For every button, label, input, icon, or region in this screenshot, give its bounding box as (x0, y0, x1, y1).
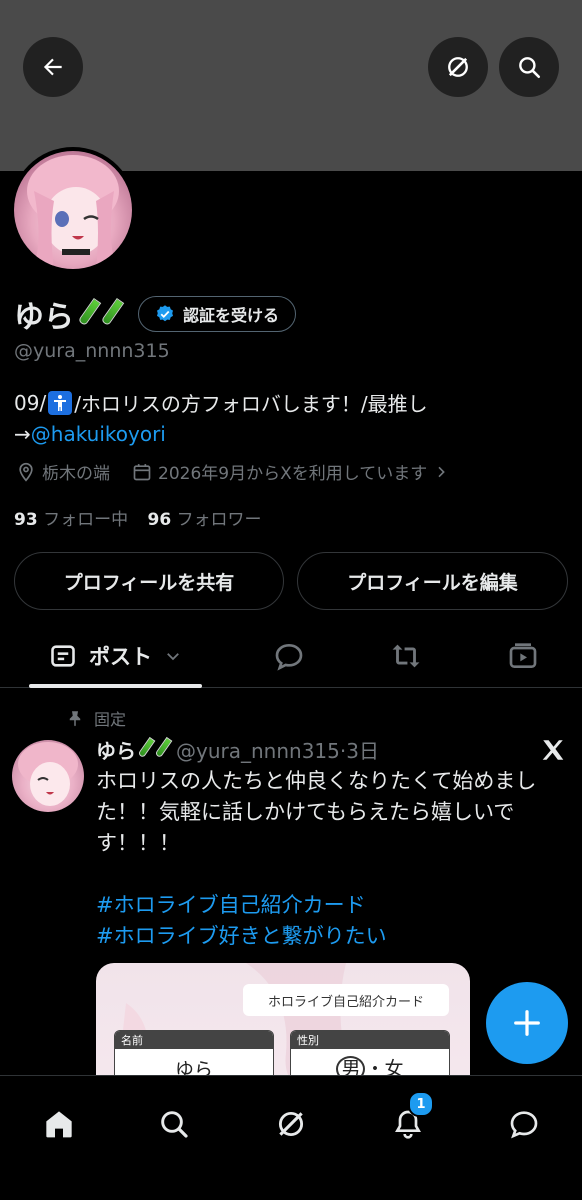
calendar-icon (133, 463, 151, 480)
test-tube-icon (137, 736, 173, 763)
accessibility-icon (48, 390, 73, 415)
following-link[interactable]: 93 フォロー中 (14, 510, 128, 530)
search-icon (519, 57, 541, 79)
profile-avatar[interactable] (10, 147, 136, 273)
profile-handle: @yura_nnnn315 (14, 340, 170, 362)
x-logo-icon (540, 737, 566, 767)
bio-prefix: 09/ (14, 390, 47, 415)
posts-icon (51, 645, 75, 667)
get-verified-label: 認証を受ける (183, 306, 280, 325)
nav-messages[interactable] (494, 1094, 554, 1154)
tweet-handle-time: @yura_nnnn315·3日 (176, 739, 379, 763)
card-title: ホロライブ自己紹介カード (243, 984, 449, 1016)
tab-media[interactable] (493, 625, 553, 687)
profile-tabs: ポスト (0, 625, 582, 688)
active-tab-indicator (29, 684, 202, 688)
messages-icon (510, 1111, 538, 1139)
bio-text: /ホロリスの方フォロバします！/最推し (74, 392, 428, 416)
grok-icon (278, 1111, 304, 1137)
bio-line-2: →@hakuikoyori (14, 422, 166, 446)
nav-search[interactable] (144, 1094, 204, 1154)
tweet-avatar-illustration (18, 742, 78, 806)
profile-name-row: ゆら 認証を受ける (14, 292, 297, 336)
hashtag-link[interactable]: #ホロライブ好きと繋がりたい (96, 921, 566, 952)
tweet-author-name[interactable]: ゆら (96, 735, 136, 764)
tweet-media-image[interactable]: ホロライブ自己紹介カード 名前 ゆら 性別 男・女 (96, 963, 470, 1093)
nav-notifications[interactable]: 1 (378, 1091, 438, 1154)
tab-reposts[interactable] (376, 625, 436, 687)
get-verified-button[interactable]: 認証を受ける (138, 296, 297, 332)
reposts-icon (392, 644, 420, 668)
home-icon (46, 1111, 72, 1138)
followers-count: 96 (147, 510, 172, 530)
followers-link[interactable]: 96 フォロワー (147, 510, 261, 530)
tweet-text: ホロリスの人たちと仲良くなりたくて始めました！！気軽に話しかけてもらえたら嬉しい… (96, 769, 537, 855)
hashtag-link[interactable]: #ホロライブ自己紹介カード (96, 890, 566, 921)
compose-button[interactable] (486, 982, 568, 1064)
nav-grok[interactable] (261, 1094, 321, 1154)
tweet-header: ゆら @yura_nnnn315·3日 (96, 735, 379, 764)
follow-stats: 93 フォロー中 96 フォロワー (14, 505, 262, 530)
bio-line-1: 09/ /ホロリスの方フォロバします！/最推し (14, 388, 428, 417)
tweet-body: ホロリスの人たちと仲良くなりたくて始めました！！気軽に話しかけてもらえたら嬉しい… (96, 766, 566, 952)
chevron-down-icon[interactable] (164, 647, 182, 665)
bottom-navigation: 1 (0, 1075, 582, 1200)
replies-icon (275, 643, 303, 671)
tweet-avatar[interactable] (12, 740, 84, 812)
nav-home[interactable] (29, 1094, 89, 1154)
bio-arrow: → (14, 422, 31, 446)
pin-icon (69, 711, 81, 727)
avatar-illustration (27, 155, 119, 269)
test-tube-icon (77, 297, 125, 330)
grok-icon (448, 57, 468, 77)
search-button[interactable] (499, 37, 559, 97)
grok-button[interactable] (428, 37, 488, 97)
following-label: フォロー中 (43, 510, 129, 530)
plus-icon (514, 1010, 540, 1036)
bio-mention-link[interactable]: @hakuikoyori (31, 422, 166, 446)
pinned-label: 固定 (94, 710, 127, 729)
notification-badge: 1 (408, 1091, 434, 1117)
joined-text: 2026年9月からXを利用しています (158, 464, 428, 484)
location-text: 栃木の端 (42, 464, 110, 484)
following-count: 93 (14, 510, 38, 530)
tab-replies[interactable] (259, 625, 319, 687)
media-icon (509, 643, 537, 668)
chevron-right-icon[interactable] (433, 464, 449, 480)
share-profile-button[interactable]: プロフィールを共有 (14, 552, 284, 610)
card-name-label: 名前 (115, 1031, 273, 1049)
tab-posts-label: ポスト (89, 645, 152, 669)
display-name: ゆら (14, 300, 74, 335)
back-button[interactable] (23, 37, 83, 97)
location-icon (19, 462, 33, 482)
pinned-indicator: 固定 (66, 706, 126, 730)
card-gender-label: 性別 (291, 1031, 449, 1049)
tab-posts[interactable]: ポスト (29, 625, 202, 687)
verified-badge-icon (157, 305, 173, 322)
profile-meta: 栃木の端 2026年9月からXを利用しています (16, 459, 449, 484)
followers-label: フォロワー (176, 510, 262, 530)
search-icon (161, 1111, 188, 1138)
profile-banner (0, 0, 582, 171)
edit-profile-button[interactable]: プロフィールを編集 (297, 552, 568, 610)
arrow-left-icon (43, 58, 62, 76)
